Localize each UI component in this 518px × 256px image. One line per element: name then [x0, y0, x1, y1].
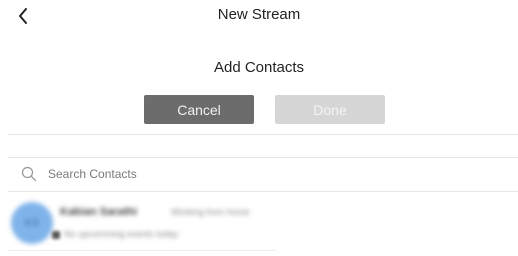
- add-contacts-heading: Add Contacts: [213, 59, 305, 76]
- calendar-icon: [52, 231, 60, 239]
- contact-status: Working from home: [171, 207, 250, 217]
- divider: [8, 134, 518, 135]
- search-bar: [8, 158, 518, 191]
- search-icon: [21, 166, 37, 182]
- done-button[interactable]: Done: [275, 95, 385, 124]
- avatar: KS: [11, 202, 53, 244]
- cancel-button[interactable]: Cancel: [144, 95, 254, 124]
- navigation-bar: New Stream: [0, 0, 518, 32]
- page-title: New Stream: [217, 6, 301, 23]
- search-input[interactable]: [48, 164, 488, 184]
- divider: [8, 191, 518, 192]
- divider: [8, 250, 276, 251]
- contact-name: Kabian Sarathi: [60, 206, 138, 218]
- contact-list-item[interactable]: KS Kabian Sarathi Working from home No u…: [8, 196, 288, 252]
- contact-subtitle: No upcomming events today: [64, 229, 179, 239]
